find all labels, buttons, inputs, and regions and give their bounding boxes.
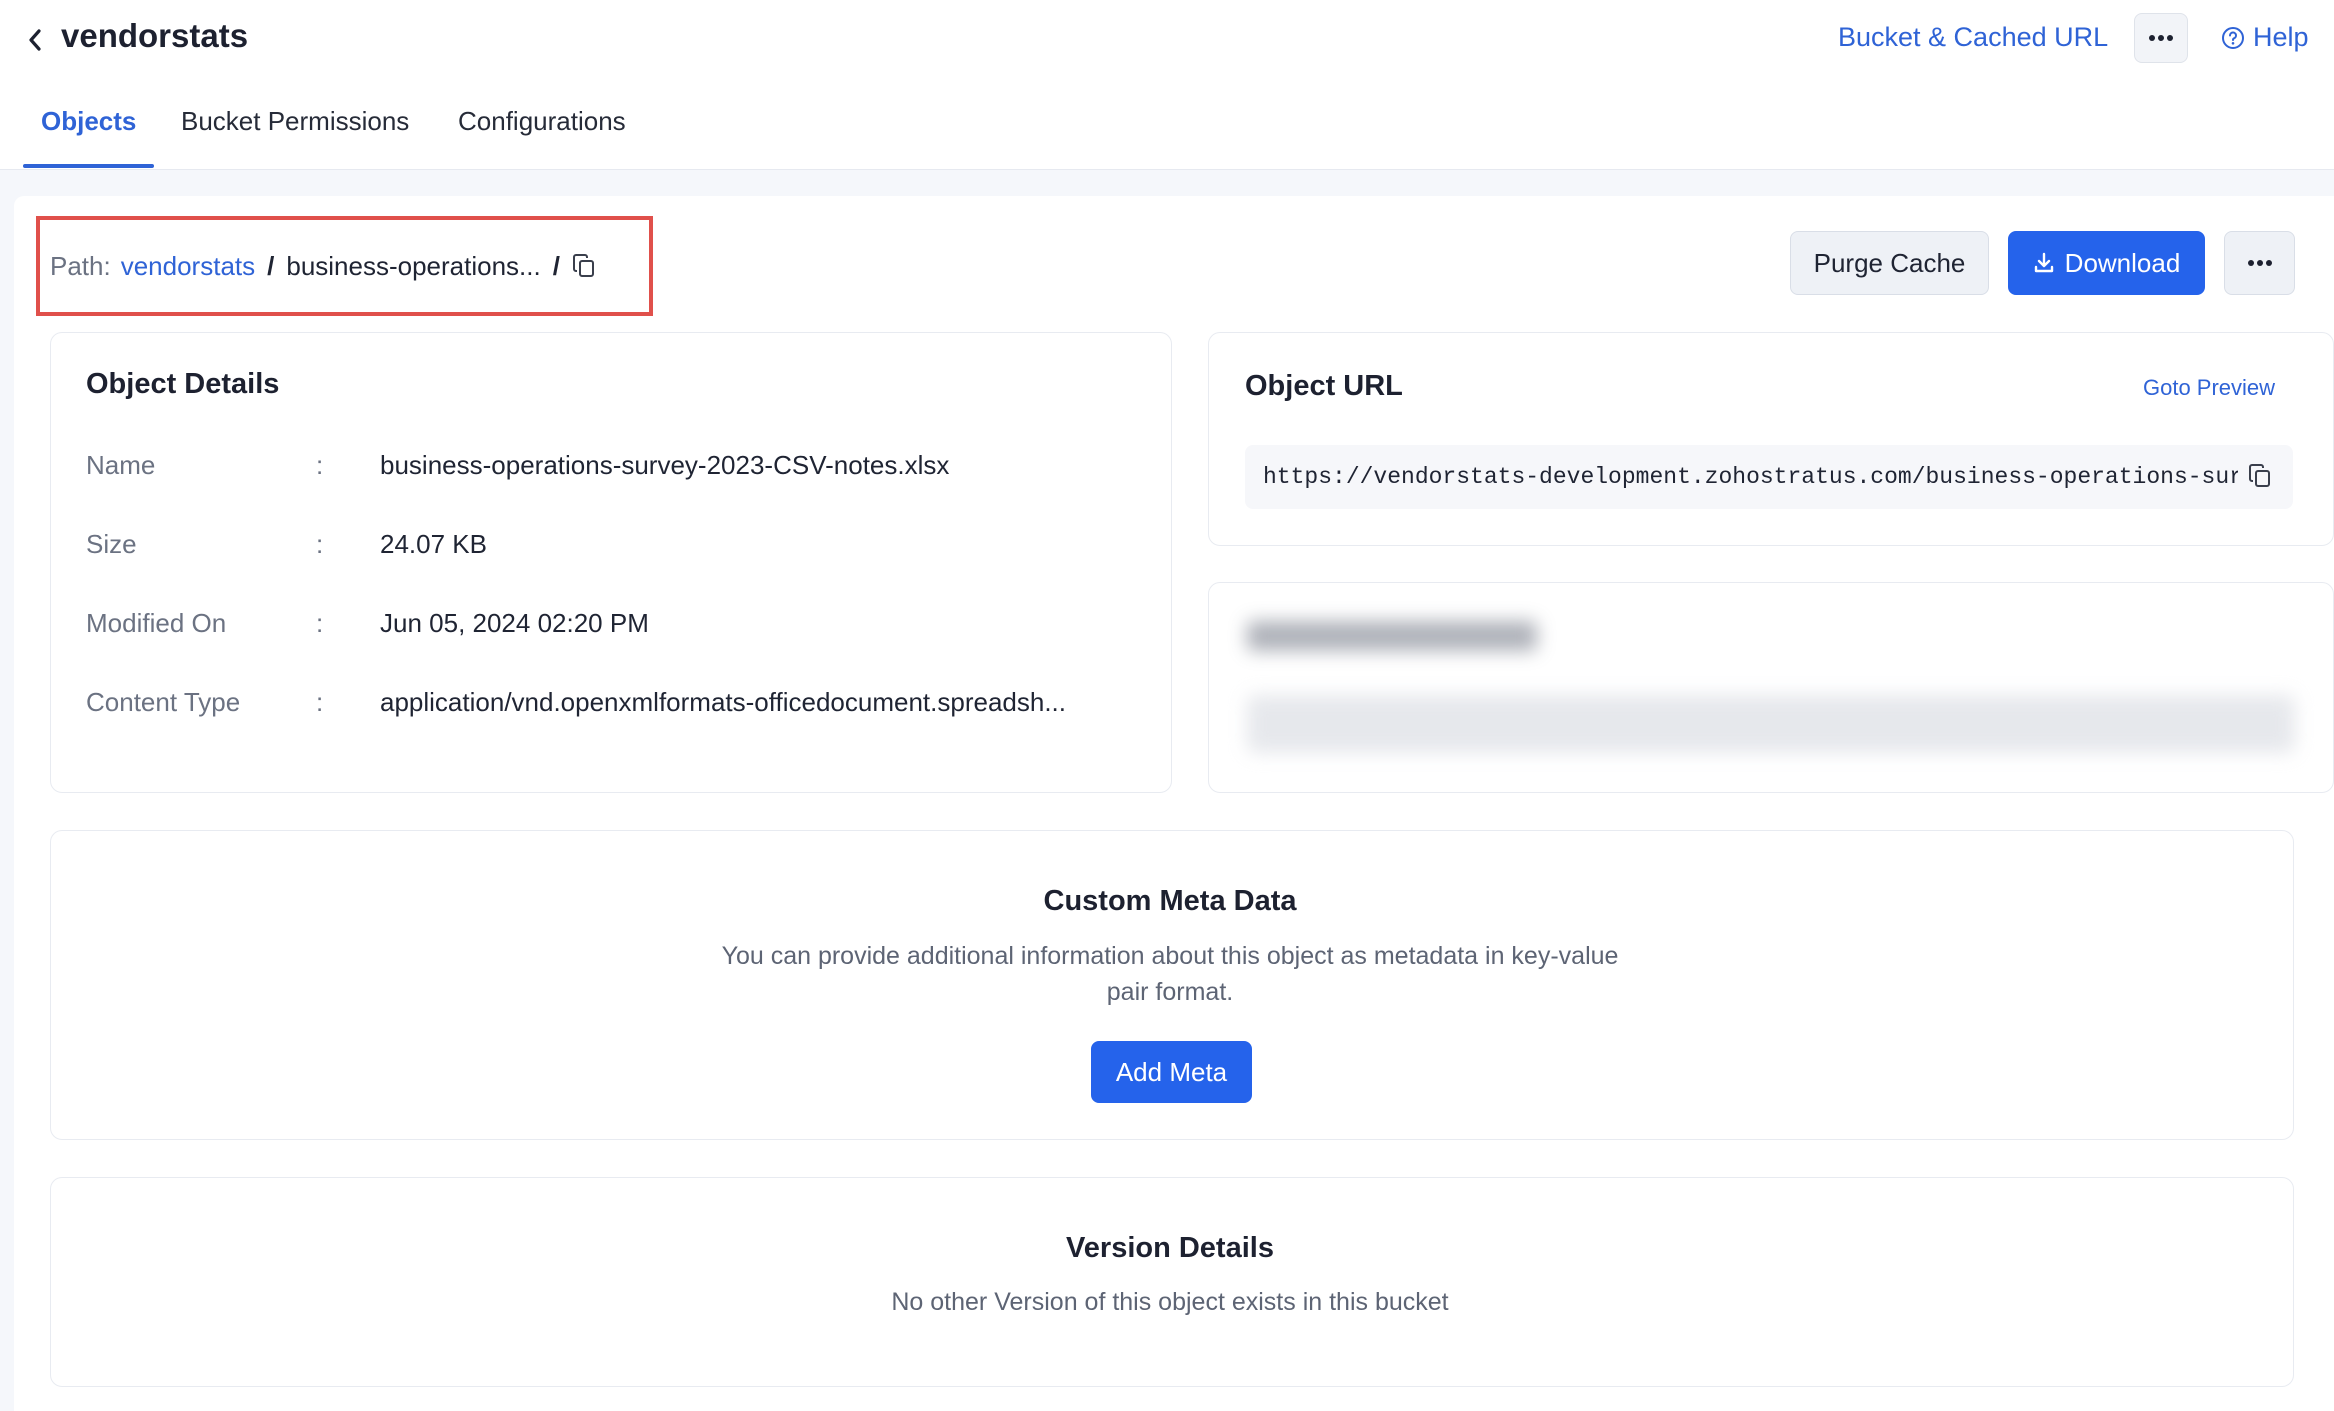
path-segment[interactable]: business-operations... <box>286 251 540 282</box>
path-label: Path: <box>50 250 111 281</box>
path-root-link[interactable]: vendorstats <box>121 251 255 282</box>
help-circle-icon <box>2222 26 2244 49</box>
copy-path-icon[interactable] <box>572 253 596 279</box>
help-label: Help <box>2253 22 2309 52</box>
object-url-field[interactable]: https://vendorstats-development.zohostra… <box>1245 445 2293 509</box>
download-label: Download <box>2064 247 2181 278</box>
detail-row-modified: Modified On : Jun 05, 2024 02:20 PM <box>86 608 649 639</box>
custom-meta-description-2: pair format. <box>1106 978 1234 1006</box>
more-horizontal-icon <box>2247 260 2272 266</box>
detail-colon: : <box>316 450 324 480</box>
detail-label: Size <box>86 529 137 559</box>
detail-colon: : <box>316 687 324 717</box>
tab-configurations[interactable]: Configurations <box>458 106 626 137</box>
detail-row-name: Name : business-operations-survey-2023-C… <box>86 450 949 481</box>
add-meta-button[interactable]: Add Meta <box>1091 1041 1252 1103</box>
download-button[interactable]: Download <box>2008 231 2205 295</box>
object-url-card <box>1208 332 2334 546</box>
object-more-button[interactable] <box>2224 231 2295 295</box>
blurred-field-placeholder <box>1247 695 2295 753</box>
detail-row-size: Size : 24.07 KB <box>86 529 487 560</box>
version-details-card <box>50 1177 2294 1387</box>
goto-preview-link[interactable]: Goto Preview <box>2143 375 2275 401</box>
version-details-title: Version Details <box>1066 1232 1274 1264</box>
detail-label: Name <box>86 450 156 480</box>
top-bar: vendorstats Bucket & Cached URL Help Obj… <box>0 0 2334 170</box>
tab-objects[interactable]: Objects <box>41 106 136 137</box>
custom-meta-title: Custom Meta Data <box>1043 885 1297 917</box>
bucket-title: vendorstats <box>61 17 249 54</box>
detail-colon: : <box>316 608 324 638</box>
purge-cache-button[interactable]: Purge Cache <box>1790 231 1989 295</box>
detail-value: Jun 05, 2024 02:20 PM <box>380 608 649 638</box>
detail-colon: : <box>316 529 324 559</box>
detail-label: Content Type <box>86 687 241 717</box>
bucket-cached-url-link[interactable]: Bucket & Cached URL <box>1838 22 2108 53</box>
back-button[interactable] <box>18 20 52 60</box>
blurred-title-placeholder <box>1247 621 1537 651</box>
object-url-text: https://vendorstats-development.zohostra… <box>1263 464 2238 490</box>
tab-bucket-permissions[interactable]: Bucket Permissions <box>181 106 409 137</box>
copy-url-icon[interactable] <box>2248 463 2272 494</box>
path-separator: / <box>267 250 275 281</box>
header-more-button[interactable] <box>2134 13 2188 63</box>
detail-value: business-operations-survey-2023-CSV-note… <box>380 450 950 480</box>
version-details-description: No other Version of this object exists i… <box>891 1288 1449 1316</box>
help-link[interactable]: Help <box>2221 22 2309 53</box>
path-separator: / <box>552 250 560 281</box>
detail-value: application/vnd.openxmlformats-officedoc… <box>380 687 1067 717</box>
custom-meta-description: You can provide additional information a… <box>721 942 1619 970</box>
path-breadcrumb: Path: vendorstats / business-operations.… <box>36 216 653 316</box>
object-url-title: Object URL <box>1245 370 1403 402</box>
active-tab-indicator <box>23 164 154 168</box>
download-icon <box>2034 252 2053 273</box>
more-horizontal-icon <box>2149 35 2173 41</box>
blurred-card <box>1208 582 2334 793</box>
detail-value: 24.07 KB <box>380 529 487 559</box>
chevron-left-icon <box>29 29 41 51</box>
object-details-card <box>50 332 1172 793</box>
detail-label: Modified On <box>86 608 227 638</box>
detail-row-content-type: Content Type : application/vnd.openxmlfo… <box>86 687 1066 718</box>
object-details-title: Object Details <box>86 368 280 400</box>
